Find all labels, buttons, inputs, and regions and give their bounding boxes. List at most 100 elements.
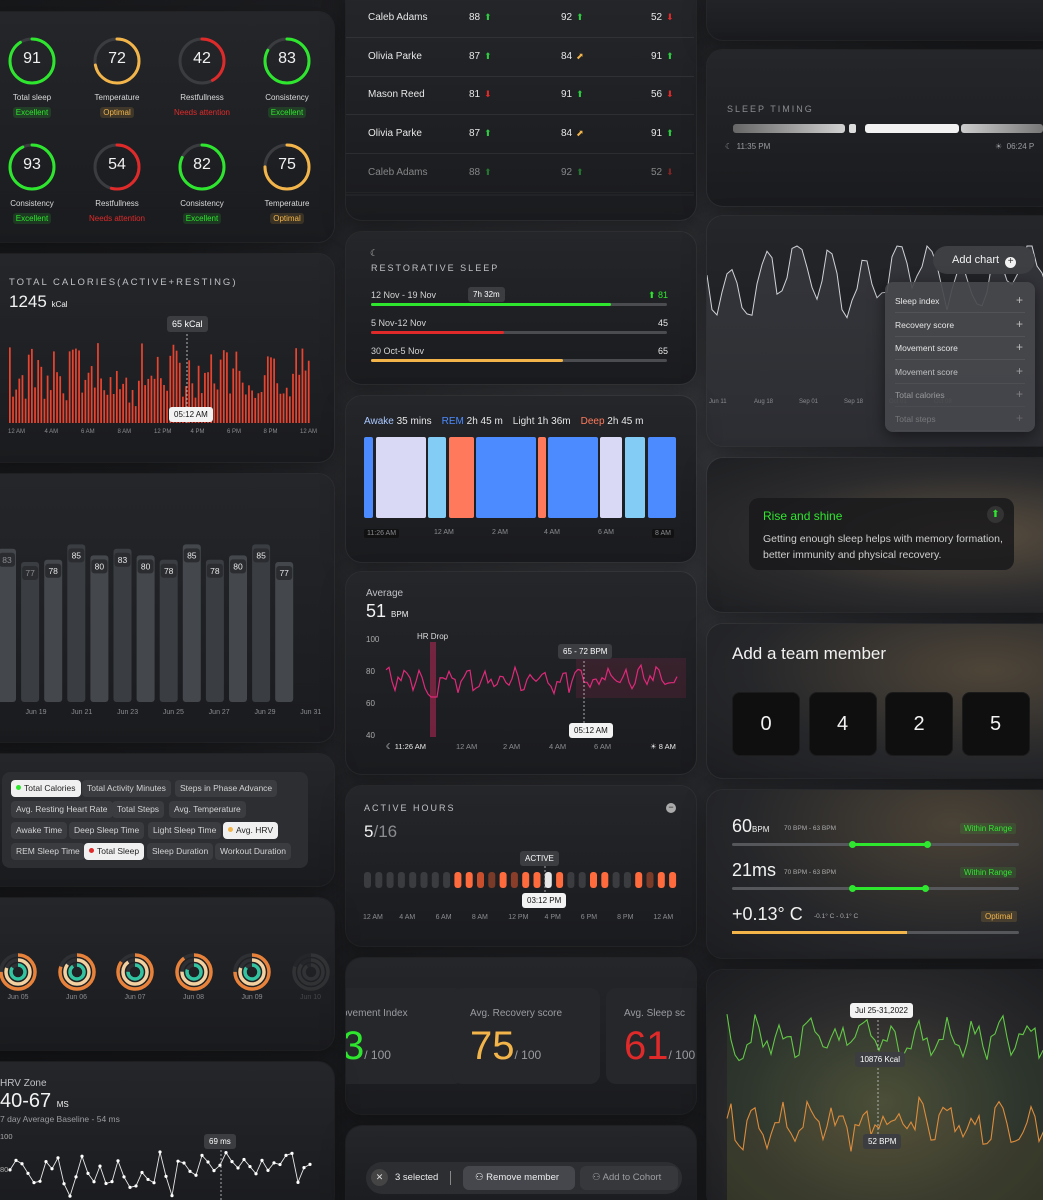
selected-count: 3 selected: [395, 1172, 439, 1183]
vital-status: Within Range: [960, 823, 1017, 834]
code-digit-input[interactable]: 4: [808, 692, 877, 756]
chart-menu-item[interactable]: Recovery score +: [895, 314, 1025, 337]
filter-chip[interactable]: Avg. HRV: [223, 822, 279, 839]
filter-chip[interactable]: Deep Sleep Time: [69, 822, 145, 839]
activity-ring: Jun 06: [57, 952, 97, 1012]
hrv-point: [272, 1161, 276, 1165]
filter-chip[interactable]: Light Sleep Time: [148, 822, 222, 839]
movement-score: 91 ⬆: [651, 51, 674, 62]
stage-tick: 6 AM: [598, 529, 614, 536]
add-cohort-button[interactable]: ⚇ Add to Cohort: [580, 1166, 678, 1190]
calorie-bar: [90, 366, 93, 423]
up-arrow-icon: ⬆: [647, 290, 658, 300]
hour-bar: [443, 872, 451, 888]
hrv-point: [230, 1160, 234, 1164]
member-name: Mason Reed: [368, 89, 425, 100]
table-row-fade: [346, 194, 694, 196]
vital-value: 21ms: [732, 860, 776, 881]
hrv-chart: [8, 1150, 312, 1200]
trend-down-icon: ⬇: [666, 12, 674, 22]
hrv-point: [290, 1151, 294, 1155]
calorie-bar: [34, 387, 36, 423]
table-row[interactable]: Caleb Adams 88 ⬆ 92 ⬆ 52 ⬇: [346, 0, 694, 38]
rise-body: Getting enough sleep helps with memory f…: [763, 533, 1003, 561]
table-row[interactable]: Mason Reed 81 ⬇ 91 ⬆ 56 ⬇: [346, 77, 694, 116]
table-row[interactable]: Caleb Adams 88 ⬆ 92 ⬆ 52 ⬇: [346, 155, 694, 193]
ring-date: Jun 06: [65, 994, 88, 1001]
calorie-bar: [141, 343, 143, 423]
close-icon[interactable]: ✕: [371, 1169, 388, 1186]
selection-card: ✕ 3 selected ⚇ Remove member ⚇ Add to Co…: [346, 1126, 696, 1200]
add-chart-button[interactable]: Add chart +: [933, 246, 1035, 274]
movement-score-value: 52: [651, 12, 663, 23]
filter-chip[interactable]: Awake Time: [11, 822, 68, 839]
member-name-value: Mason Reed: [368, 89, 425, 101]
filter-chip[interactable]: Steps in Phase Advance: [175, 780, 278, 797]
hour-bar: [578, 872, 586, 888]
chip-label: Light Sleep Time: [153, 825, 217, 835]
hrv-point: [248, 1164, 252, 1169]
filter-chip[interactable]: Workout Duration: [215, 843, 291, 860]
stage-tick: 8 AM: [652, 529, 674, 538]
hrv-point: [50, 1167, 54, 1171]
sleep-score-rings-card: 91 Total sleep Excellent 72 Temperature Optim…: [0, 12, 334, 242]
hr-drop-band: [430, 642, 436, 737]
plus-icon[interactable]: +: [1016, 411, 1023, 425]
chart-menu-item[interactable]: Total calories +: [895, 384, 1025, 407]
score-tick: Jun 19: [25, 709, 46, 716]
score-value: 77: [25, 568, 35, 578]
filter-chip[interactable]: Total Activity Minutes: [82, 780, 171, 797]
hour-bar: [567, 872, 575, 888]
plus-icon[interactable]: +: [1016, 293, 1023, 307]
filter-chip[interactable]: Total Calories: [11, 780, 81, 797]
plus-icon[interactable]: +: [1016, 340, 1023, 354]
chart-menu-item[interactable]: Movement score +: [895, 337, 1025, 360]
hour-tick: 6 PM: [580, 914, 598, 921]
calorie-bar: [43, 398, 46, 423]
movement-score: 52 ⬇: [651, 12, 674, 23]
code-digit-input[interactable]: 0: [732, 692, 800, 756]
stage-tick: 4 AM: [544, 529, 560, 536]
vital-track: [732, 885, 1019, 892]
filter-chip[interactable]: Total Sleep: [84, 843, 145, 860]
filter-chip[interactable]: REM Sleep Time: [11, 843, 85, 860]
member-name: Olivia Parke: [368, 51, 422, 62]
calorie-bar: [109, 377, 112, 423]
score-value: 83: [2, 555, 12, 565]
calorie-bar: [282, 393, 285, 423]
hrv-point: [134, 1184, 138, 1188]
range-fill: [371, 359, 564, 362]
hour-tick: 12 AM: [363, 914, 383, 921]
calorie-bar: [115, 370, 118, 423]
filter-chip[interactable]: Avg. Temperature: [169, 801, 246, 818]
score-value: 77: [279, 568, 289, 578]
table-row[interactable]: Olivia Parke 87 ⬆ 84 ⬈ 91 ⬆: [346, 116, 694, 155]
chart-menu-item[interactable]: Movement score +: [895, 361, 1025, 384]
calorie-bar: [153, 378, 156, 423]
code-digit-input[interactable]: 5: [961, 692, 1030, 756]
plus-icon[interactable]: +: [1016, 387, 1023, 401]
plus-icon[interactable]: +: [1016, 364, 1023, 378]
score-bar: [0, 548, 16, 702]
table-row[interactable]: Olivia Parke 87 ⬆ 84 ⬈ 91 ⬆: [346, 39, 694, 77]
score-value: 80: [95, 561, 105, 571]
filter-chip[interactable]: Sleep Duration: [147, 843, 214, 860]
calorie-bar: [292, 373, 294, 423]
hour-bar: [669, 872, 677, 888]
plus-icon[interactable]: +: [1016, 317, 1023, 331]
hour-bar: [409, 872, 417, 888]
remove-member-button[interactable]: ⚇ Remove member: [463, 1166, 575, 1190]
hrv-point: [194, 1173, 198, 1177]
score-ring: 54 Restfullness Needs attention: [82, 142, 152, 226]
filter-chip[interactable]: Total Steps: [112, 801, 165, 818]
chart-menu-item[interactable]: Total steps +: [895, 408, 1025, 431]
chart-menu-item[interactable]: Sleep index +: [895, 290, 1025, 313]
calorie-bar: [49, 390, 52, 423]
filter-chip[interactable]: Avg. Resting Heart Rate: [11, 801, 113, 818]
member-name: Olivia Parke: [368, 128, 422, 139]
hrv-point: [56, 1156, 60, 1160]
range-track: [371, 303, 667, 306]
recovery-score-value: 84: [561, 50, 573, 62]
hour-tick: 8 PM: [617, 914, 634, 921]
code-digit-input[interactable]: 2: [885, 692, 953, 756]
